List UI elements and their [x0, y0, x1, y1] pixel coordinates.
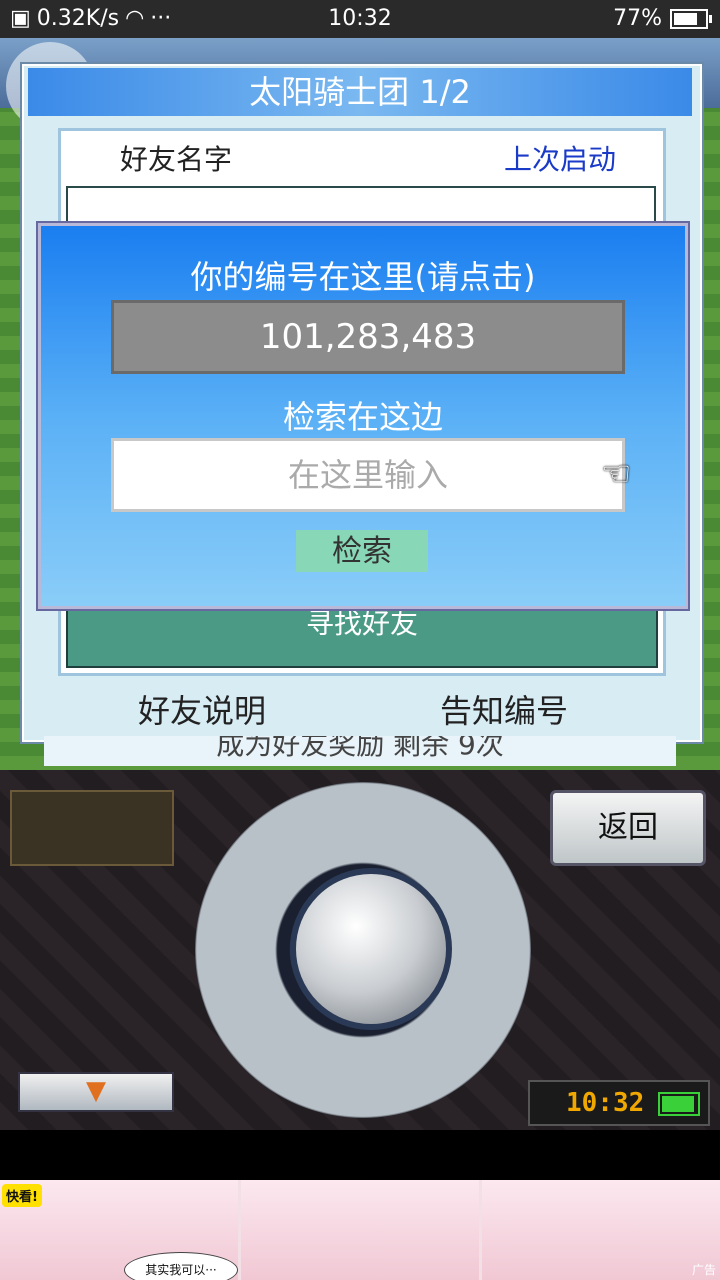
- id-popup-title: 你的编号在这里(请点击): [190, 258, 536, 296]
- mini-screen: [10, 790, 174, 866]
- id-popup: 你的编号在这里(请点击) 101,283,483 检索在这边 在这里输入 ☜ 检…: [38, 223, 688, 609]
- search-label: 检索在这边: [282, 398, 443, 436]
- game-clock: 10:32: [528, 1080, 710, 1126]
- search-button[interactable]: 检索: [296, 530, 428, 572]
- status-time: 10:32: [328, 6, 392, 31]
- friend-help-link[interactable]: 好友说明: [138, 686, 266, 732]
- battery-icon: [670, 8, 712, 29]
- clock-time: 10:32: [566, 1088, 645, 1118]
- dialog-title: 太阳骑士团 1/2: [28, 68, 692, 116]
- ad-banner[interactable]: 快看! 其实我可以··· 广告: [0, 1180, 720, 1280]
- ad-logo: 快看!: [2, 1184, 42, 1207]
- notify-id-link[interactable]: 告知编号: [440, 686, 568, 732]
- menu-arrow-button[interactable]: ▼: [18, 1072, 174, 1112]
- divider: [0, 1130, 720, 1180]
- ad-tag: 广告: [691, 1263, 716, 1277]
- speech-bubble: 其实我可以···: [124, 1252, 238, 1280]
- ad-panel-3: [482, 1180, 720, 1280]
- col-friend-name: 好友名字: [120, 143, 233, 176]
- status-bar: ▣ 0.32K/s ◠ ··· 10:32 77%: [0, 0, 720, 38]
- pointing-hand-icon: ☜: [601, 454, 632, 494]
- my-id-box[interactable]: 101,283,483: [111, 300, 625, 374]
- ad-panel-2: [241, 1180, 479, 1280]
- search-input[interactable]: 在这里输入: [111, 438, 625, 512]
- col-last-launch[interactable]: 上次启动: [504, 138, 616, 178]
- battery-percent: 77%: [613, 6, 662, 31]
- reward-text: 成为好友奖励 剩余 9次: [216, 736, 504, 761]
- back-button[interactable]: 返回: [550, 790, 706, 866]
- battery-full-icon: [658, 1092, 700, 1116]
- reward-banner: 成为好友奖励 剩余 9次: [44, 736, 676, 766]
- dpad-center-button[interactable]: [290, 868, 452, 1030]
